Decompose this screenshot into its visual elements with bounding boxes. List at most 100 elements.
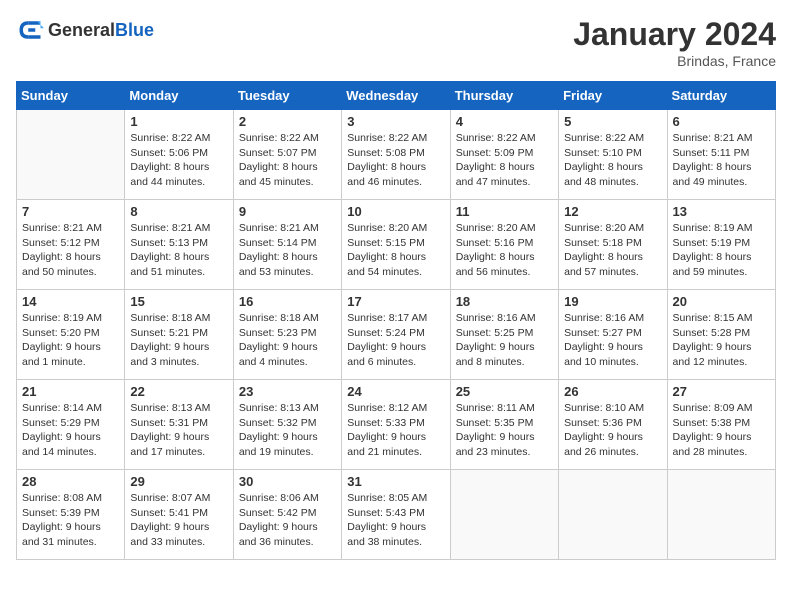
day-info: Sunrise: 8:22 AM Sunset: 5:10 PM Dayligh… bbox=[564, 131, 661, 190]
calendar-cell: 4 Sunrise: 8:22 AM Sunset: 5:09 PM Daylig… bbox=[450, 110, 558, 200]
calendar-cell: 31 Sunrise: 8:05 AM Sunset: 5:43 PM Dayli… bbox=[342, 470, 450, 560]
day-number: 25 bbox=[456, 384, 553, 399]
day-info: Sunrise: 8:09 AM Sunset: 5:38 PM Dayligh… bbox=[673, 401, 770, 460]
weekday-header-row: SundayMondayTuesdayWednesdayThursdayFrid… bbox=[17, 82, 776, 110]
calendar-week-row: 7 Sunrise: 8:21 AM Sunset: 5:12 PM Daylig… bbox=[17, 200, 776, 290]
day-number: 24 bbox=[347, 384, 444, 399]
calendar-cell bbox=[450, 470, 558, 560]
day-info: Sunrise: 8:14 AM Sunset: 5:29 PM Dayligh… bbox=[22, 401, 119, 460]
day-info: Sunrise: 8:18 AM Sunset: 5:23 PM Dayligh… bbox=[239, 311, 336, 370]
calendar-cell: 30 Sunrise: 8:06 AM Sunset: 5:42 PM Dayli… bbox=[233, 470, 341, 560]
day-info: Sunrise: 8:13 AM Sunset: 5:31 PM Dayligh… bbox=[130, 401, 227, 460]
day-number: 17 bbox=[347, 294, 444, 309]
day-info: Sunrise: 8:20 AM Sunset: 5:15 PM Dayligh… bbox=[347, 221, 444, 280]
day-number: 2 bbox=[239, 114, 336, 129]
day-number: 28 bbox=[22, 474, 119, 489]
calendar-cell: 11Sunrise: 8:20 AM Sunset: 5:16 PM Dayli… bbox=[450, 200, 558, 290]
day-info: Sunrise: 8:12 AM Sunset: 5:33 PM Dayligh… bbox=[347, 401, 444, 460]
calendar-cell bbox=[17, 110, 125, 200]
calendar-cell: 19 Sunrise: 8:16 AM Sunset: 5:27 PM Dayli… bbox=[559, 290, 667, 380]
calendar-cell: 3 Sunrise: 8:22 AM Sunset: 5:08 PM Daylig… bbox=[342, 110, 450, 200]
calendar-cell: 23 Sunrise: 8:13 AM Sunset: 5:32 PM Dayli… bbox=[233, 380, 341, 470]
calendar-table: SundayMondayTuesdayWednesdayThursdayFrid… bbox=[16, 81, 776, 560]
weekday-header-saturday: Saturday bbox=[667, 82, 775, 110]
day-info: Sunrise: 8:21 AM Sunset: 5:11 PM Dayligh… bbox=[673, 131, 770, 190]
weekday-header-thursday: Thursday bbox=[450, 82, 558, 110]
location-subtitle: Brindas, France bbox=[573, 53, 776, 69]
month-title: January 2024 bbox=[573, 16, 776, 53]
calendar-cell bbox=[667, 470, 775, 560]
day-info: Sunrise: 8:11 AM Sunset: 5:35 PM Dayligh… bbox=[456, 401, 553, 460]
day-info: Sunrise: 8:05 AM Sunset: 5:43 PM Dayligh… bbox=[347, 491, 444, 550]
day-number: 23 bbox=[239, 384, 336, 399]
day-number: 20 bbox=[673, 294, 770, 309]
day-info: Sunrise: 8:15 AM Sunset: 5:28 PM Dayligh… bbox=[673, 311, 770, 370]
calendar-cell: 17Sunrise: 8:17 AM Sunset: 5:24 PM Dayli… bbox=[342, 290, 450, 380]
day-info: Sunrise: 8:21 AM Sunset: 5:12 PM Dayligh… bbox=[22, 221, 119, 280]
day-info: Sunrise: 8:08 AM Sunset: 5:39 PM Dayligh… bbox=[22, 491, 119, 550]
calendar-cell: 10 Sunrise: 8:20 AM Sunset: 5:15 PM Dayli… bbox=[342, 200, 450, 290]
weekday-header-monday: Monday bbox=[125, 82, 233, 110]
day-number: 10 bbox=[347, 204, 444, 219]
day-number: 30 bbox=[239, 474, 336, 489]
day-info: Sunrise: 8:19 AM Sunset: 5:19 PM Dayligh… bbox=[673, 221, 770, 280]
calendar-week-row: 21 Sunrise: 8:14 AM Sunset: 5:29 PM Dayli… bbox=[17, 380, 776, 470]
weekday-header-wednesday: Wednesday bbox=[342, 82, 450, 110]
calendar-cell: 14Sunrise: 8:19 AM Sunset: 5:20 PM Dayli… bbox=[17, 290, 125, 380]
calendar-cell: 1 Sunrise: 8:22 AM Sunset: 5:06 PM Daylig… bbox=[125, 110, 233, 200]
day-number: 4 bbox=[456, 114, 553, 129]
calendar-cell: 9 Sunrise: 8:21 AM Sunset: 5:14 PM Daylig… bbox=[233, 200, 341, 290]
day-info: Sunrise: 8:22 AM Sunset: 5:06 PM Dayligh… bbox=[130, 131, 227, 190]
day-info: Sunrise: 8:06 AM Sunset: 5:42 PM Dayligh… bbox=[239, 491, 336, 550]
calendar-cell: 16 Sunrise: 8:18 AM Sunset: 5:23 PM Dayli… bbox=[233, 290, 341, 380]
day-info: Sunrise: 8:07 AM Sunset: 5:41 PM Dayligh… bbox=[130, 491, 227, 550]
day-info: Sunrise: 8:22 AM Sunset: 5:08 PM Dayligh… bbox=[347, 131, 444, 190]
day-number: 9 bbox=[239, 204, 336, 219]
calendar-cell: 15Sunrise: 8:18 AM Sunset: 5:21 PM Dayli… bbox=[125, 290, 233, 380]
day-info: Sunrise: 8:16 AM Sunset: 5:27 PM Dayligh… bbox=[564, 311, 661, 370]
logo-text-blue: Blue bbox=[115, 20, 154, 40]
day-number: 6 bbox=[673, 114, 770, 129]
day-number: 3 bbox=[347, 114, 444, 129]
day-info: Sunrise: 8:21 AM Sunset: 5:13 PM Dayligh… bbox=[130, 221, 227, 280]
calendar-week-row: 28 Sunrise: 8:08 AM Sunset: 5:39 PM Dayli… bbox=[17, 470, 776, 560]
day-number: 7 bbox=[22, 204, 119, 219]
day-number: 19 bbox=[564, 294, 661, 309]
calendar-cell: 29Sunrise: 8:07 AM Sunset: 5:41 PM Dayli… bbox=[125, 470, 233, 560]
day-info: Sunrise: 8:10 AM Sunset: 5:36 PM Dayligh… bbox=[564, 401, 661, 460]
title-block: January 2024 Brindas, France bbox=[573, 16, 776, 69]
day-info: Sunrise: 8:21 AM Sunset: 5:14 PM Dayligh… bbox=[239, 221, 336, 280]
calendar-cell: 26Sunrise: 8:10 AM Sunset: 5:36 PM Dayli… bbox=[559, 380, 667, 470]
calendar-week-row: 1 Sunrise: 8:22 AM Sunset: 5:06 PM Daylig… bbox=[17, 110, 776, 200]
calendar-week-row: 14Sunrise: 8:19 AM Sunset: 5:20 PM Dayli… bbox=[17, 290, 776, 380]
day-info: Sunrise: 8:16 AM Sunset: 5:25 PM Dayligh… bbox=[456, 311, 553, 370]
calendar-cell: 25 Sunrise: 8:11 AM Sunset: 5:35 PM Dayli… bbox=[450, 380, 558, 470]
day-number: 22 bbox=[130, 384, 227, 399]
day-number: 18 bbox=[456, 294, 553, 309]
day-number: 15 bbox=[130, 294, 227, 309]
day-info: Sunrise: 8:22 AM Sunset: 5:09 PM Dayligh… bbox=[456, 131, 553, 190]
calendar-cell: 12Sunrise: 8:20 AM Sunset: 5:18 PM Dayli… bbox=[559, 200, 667, 290]
calendar-cell: 22 Sunrise: 8:13 AM Sunset: 5:31 PM Dayli… bbox=[125, 380, 233, 470]
calendar-cell: 21 Sunrise: 8:14 AM Sunset: 5:29 PM Dayli… bbox=[17, 380, 125, 470]
day-number: 31 bbox=[347, 474, 444, 489]
calendar-cell: 13Sunrise: 8:19 AM Sunset: 5:19 PM Dayli… bbox=[667, 200, 775, 290]
calendar-cell: 20 Sunrise: 8:15 AM Sunset: 5:28 PM Dayli… bbox=[667, 290, 775, 380]
calendar-cell bbox=[559, 470, 667, 560]
logo: GeneralBlue bbox=[16, 16, 154, 44]
day-number: 5 bbox=[564, 114, 661, 129]
calendar-cell: 27Sunrise: 8:09 AM Sunset: 5:38 PM Dayli… bbox=[667, 380, 775, 470]
day-number: 21 bbox=[22, 384, 119, 399]
day-info: Sunrise: 8:13 AM Sunset: 5:32 PM Dayligh… bbox=[239, 401, 336, 460]
day-number: 14 bbox=[22, 294, 119, 309]
weekday-header-friday: Friday bbox=[559, 82, 667, 110]
day-number: 8 bbox=[130, 204, 227, 219]
calendar-cell: 8 Sunrise: 8:21 AM Sunset: 5:13 PM Daylig… bbox=[125, 200, 233, 290]
day-info: Sunrise: 8:20 AM Sunset: 5:18 PM Dayligh… bbox=[564, 221, 661, 280]
calendar-cell: 18 Sunrise: 8:16 AM Sunset: 5:25 PM Dayli… bbox=[450, 290, 558, 380]
logo-text-general: General bbox=[48, 20, 115, 40]
calendar-cell: 5 Sunrise: 8:22 AM Sunset: 5:10 PM Daylig… bbox=[559, 110, 667, 200]
day-number: 16 bbox=[239, 294, 336, 309]
day-number: 1 bbox=[130, 114, 227, 129]
day-number: 11 bbox=[456, 204, 553, 219]
